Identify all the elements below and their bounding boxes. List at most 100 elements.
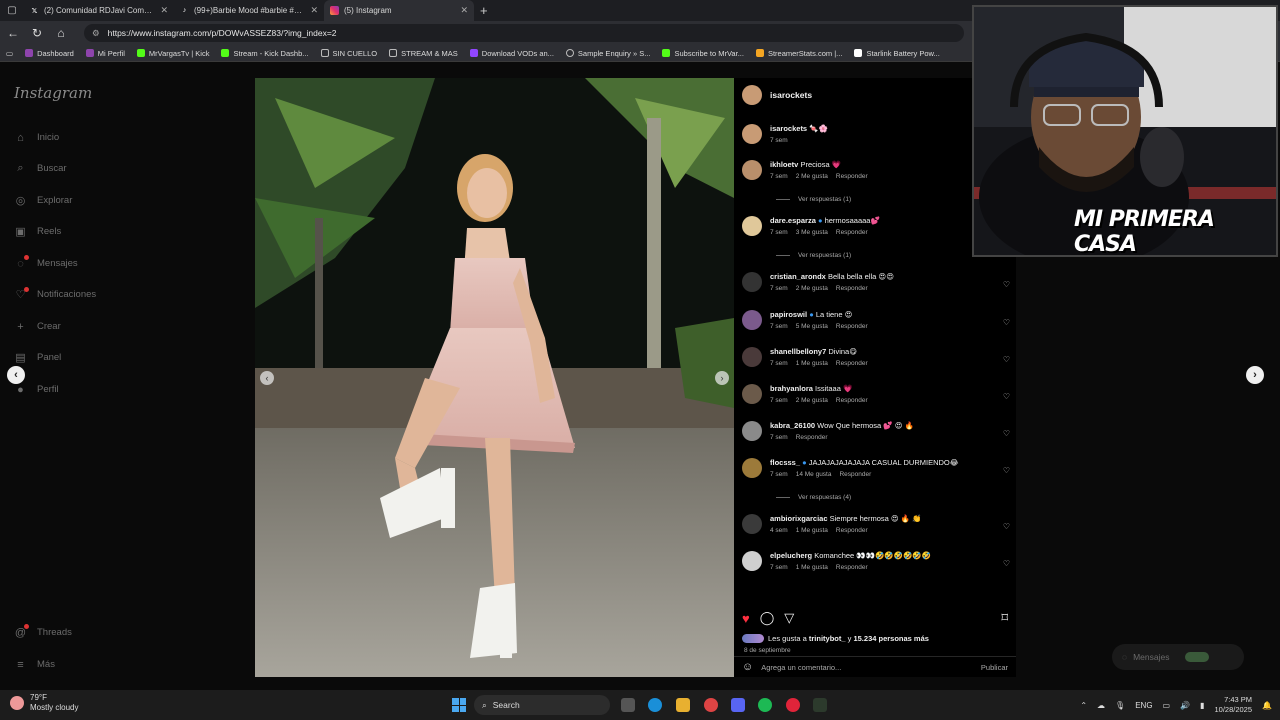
new-tab-icon[interactable]: + [480,3,488,18]
bookmarks-icon[interactable]: ▭ [6,49,13,58]
comment-likes[interactable]: 1 Me gusta [796,564,828,571]
avatar[interactable] [742,310,762,330]
comment-user[interactable]: flocsss_ [770,458,800,467]
comment-user[interactable]: brahyanlora [770,384,813,393]
close-icon[interactable]: ✕ [460,5,468,16]
like-comment-icon[interactable]: ♡ [1000,355,1010,367]
reply-button[interactable]: Responder [836,360,868,367]
edge-icon[interactable] [648,698,662,712]
reply-button[interactable]: Responder [796,434,828,441]
reload-icon[interactable]: ↻ [30,26,44,40]
taskbar-search[interactable]: ⌕ Search [474,695,610,715]
comment-user[interactable]: kabra_26100 [770,421,815,430]
app-icon[interactable] [813,698,827,712]
tab-actions-icon[interactable]: ▢ [0,0,24,21]
like-comment-icon[interactable]: ♡ [1000,522,1010,534]
view-replies-button[interactable]: Ver respuestas (1) [776,252,851,259]
avatar[interactable] [742,216,762,236]
battery-icon[interactable]: ▮ [1200,701,1204,710]
comment-user[interactable]: ambiorixgarciac [770,514,828,523]
emoji-icon[interactable]: ☺ [742,661,753,673]
comment-likes[interactable]: 14 Me gusta [796,471,832,478]
chrome-icon[interactable] [704,698,718,712]
avatar[interactable] [742,421,762,441]
post-image[interactable]: ‹ › [255,78,734,677]
avatar[interactable] [742,347,762,367]
sidebar-item-inicio[interactable]: ⌂ Inicio [14,131,59,144]
chevron-up-icon[interactable]: ⌃ [1080,701,1087,710]
sidebar-item-threads[interactable]: @ Threads [14,626,72,639]
like-comment-icon[interactable]: ♡ [1000,466,1010,478]
comment-user[interactable]: shanellbellony7 [770,347,826,356]
messages-button[interactable]: ◌ Mensajes [1112,644,1244,670]
comment-likes[interactable]: 3 Me gusta [796,229,828,236]
clock[interactable]: 7:43 PM 10/28/2025 [1214,695,1252,715]
comment-likes[interactable]: 1 Me gusta [796,360,828,367]
reply-button[interactable]: Responder [836,285,868,292]
sidebar-item-crear[interactable]: + Crear [14,320,60,333]
bookmark[interactable]: Mi Perfil [85,49,125,58]
bookmark-folder[interactable]: SIN CUELLO [320,49,377,58]
avatar[interactable] [742,124,762,144]
opera-icon[interactable] [786,698,800,712]
photo-next-icon[interactable]: › [715,371,729,385]
bookmark[interactable]: StreamerStats.com |... [755,49,842,58]
browser-tab[interactable]: 𝕏 (2) Comunidad RDJavi Communit ✕ [24,0,174,21]
back-icon[interactable]: ← [6,26,20,40]
notifications-icon[interactable]: 🔔 [1262,701,1272,710]
like-comment-icon[interactable]: ♡ [1000,392,1010,404]
comment-likes[interactable]: 1 Me gusta [796,527,828,534]
like-comment-icon[interactable]: ♡ [1000,318,1010,330]
bookmark-folder[interactable]: STREAM & MAS [389,49,458,58]
reply-button[interactable]: Responder [836,397,868,404]
avatar[interactable] [742,272,762,292]
browser-tab[interactable]: ♪ (99+)Barbie Mood #barbie #barb ✕ [174,0,324,21]
liked-heart-icon[interactable]: ♥ [742,611,750,626]
bookmark[interactable]: Download VODs an... [469,49,554,58]
home-icon[interactable]: ⌂ [54,26,68,40]
comment-likes[interactable]: 2 Me gusta [796,285,828,292]
file-explorer-icon[interactable] [676,698,690,712]
post-author[interactable]: isarockets [770,90,812,100]
cloud-icon[interactable]: ☁ [1097,701,1105,710]
avatar[interactable] [742,458,762,478]
spotify-icon[interactable] [758,698,772,712]
comment-input[interactable]: Agrega un comentario... [761,663,841,672]
bookmark[interactable]: Sample Enquiry » S... [565,49,650,58]
sidebar-item-mas[interactable]: ≡ Más [14,658,55,671]
weather-widget[interactable]: 79°F Mostly cloudy [10,693,78,713]
language-indicator[interactable]: ENG [1135,701,1152,710]
previous-post-button[interactable]: ‹ [7,366,25,384]
next-post-button[interactable]: › [1246,366,1264,384]
bookmark[interactable]: Stream - Kick Dashb... [221,49,309,58]
task-view-icon[interactable] [621,698,635,712]
comment-user[interactable]: dare.esparza [770,216,816,225]
comment-icon[interactable]: ◯ [760,610,775,626]
likes-count[interactable]: 15.234 personas más [853,634,928,643]
reply-button[interactable]: Responder [836,173,868,180]
comment-likes[interactable]: 5 Me gusta [796,323,828,330]
publish-button[interactable]: Publicar [981,663,1008,672]
microphone-icon[interactable]: 🎙 [1115,701,1125,710]
sidebar-item-perfil[interactable]: ● Perfil [14,383,58,396]
discord-icon[interactable] [731,698,745,712]
sidebar-item-buscar[interactable]: ⌕ Buscar [14,162,66,175]
url-field[interactable]: ⚙ https://www.instagram.com/p/DOWvASSEZ8… [84,24,964,42]
close-icon[interactable]: ✕ [160,5,168,16]
view-replies-button[interactable]: Ver respuestas (4) [776,494,851,501]
reply-button[interactable]: Responder [836,323,868,330]
instagram-logo[interactable]: Instagram [14,84,92,102]
like-comment-icon[interactable]: ♡ [1000,280,1010,292]
sidebar-item-reels[interactable]: ▣ Reels [14,225,61,238]
network-icon[interactable]: ▭ [1163,701,1171,710]
reply-button[interactable]: Responder [836,564,868,571]
like-comment-icon[interactable]: ♡ [1000,559,1010,571]
bookmark[interactable]: Dashboard [25,49,74,58]
browser-tab-active[interactable]: (5) Instagram ✕ [324,0,474,21]
avatar[interactable] [742,551,762,571]
close-icon[interactable]: ✕ [310,5,318,16]
photo-previous-icon[interactable]: ‹ [260,371,274,385]
reply-button[interactable]: Responder [836,229,868,236]
bookmark[interactable]: Starlink Battery Pow... [854,49,940,58]
comment-user[interactable]: papiroswil [770,310,807,319]
